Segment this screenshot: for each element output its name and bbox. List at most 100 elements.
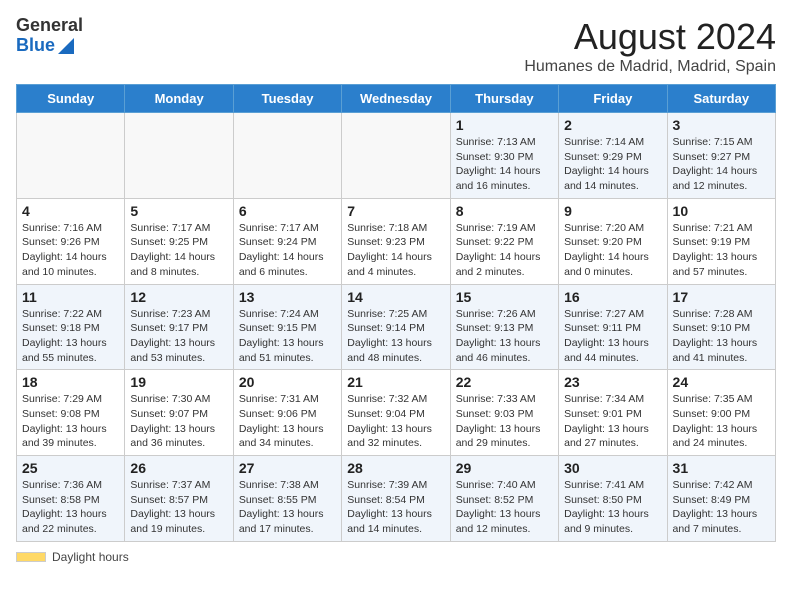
day-cell: 5 Sunrise: 7:17 AM Sunset: 9:25 PM Daylig… (125, 198, 233, 284)
day-number: 7 (347, 203, 444, 219)
day-cell: 27 Sunrise: 7:38 AM Sunset: 8:55 PM Dayli… (233, 456, 341, 542)
footer: Daylight hours (16, 550, 776, 564)
day-info: Sunrise: 7:37 AM Sunset: 8:57 PM Dayligh… (130, 478, 227, 537)
day-number: 18 (22, 374, 119, 390)
day-info: Sunrise: 7:17 AM Sunset: 9:24 PM Dayligh… (239, 221, 336, 280)
header-cell-thursday: Thursday (450, 85, 558, 113)
logo: General Blue (16, 16, 83, 56)
day-info: Sunrise: 7:38 AM Sunset: 8:55 PM Dayligh… (239, 478, 336, 537)
day-number: 14 (347, 289, 444, 305)
day-number: 20 (239, 374, 336, 390)
day-cell: 26 Sunrise: 7:37 AM Sunset: 8:57 PM Dayli… (125, 456, 233, 542)
day-info: Sunrise: 7:25 AM Sunset: 9:14 PM Dayligh… (347, 307, 444, 366)
day-info: Sunrise: 7:13 AM Sunset: 9:30 PM Dayligh… (456, 135, 553, 194)
day-cell (233, 113, 341, 199)
day-info: Sunrise: 7:23 AM Sunset: 9:17 PM Dayligh… (130, 307, 227, 366)
day-cell: 16 Sunrise: 7:27 AM Sunset: 9:11 PM Dayli… (559, 284, 667, 370)
day-cell (17, 113, 125, 199)
day-number: 10 (673, 203, 770, 219)
day-cell: 23Sunrise: 7:34 AM Sunset: 9:01 PM Dayli… (559, 370, 667, 456)
day-number: 4 (22, 203, 119, 219)
day-number: 24 (673, 374, 770, 390)
day-number: 21 (347, 374, 444, 390)
daylight-bar-icon (16, 552, 46, 562)
week-row-1: 1 Sunrise: 7:13 AM Sunset: 9:30 PM Daylig… (17, 113, 776, 199)
day-number: 11 (22, 289, 119, 305)
day-cell (125, 113, 233, 199)
day-info: Sunrise: 7:24 AM Sunset: 9:15 PM Dayligh… (239, 307, 336, 366)
day-number: 25 (22, 460, 119, 476)
day-info: Sunrise: 7:27 AM Sunset: 9:11 PM Dayligh… (564, 307, 661, 366)
day-info: Sunrise: 7:39 AM Sunset: 8:54 PM Dayligh… (347, 478, 444, 537)
subtitle: Humanes de Madrid, Madrid, Spain (524, 58, 776, 76)
day-info: Sunrise: 7:41 AM Sunset: 8:50 PM Dayligh… (564, 478, 661, 537)
day-cell: 6 Sunrise: 7:17 AM Sunset: 9:24 PM Daylig… (233, 198, 341, 284)
day-info: Sunrise: 7:32 AM Sunset: 9:04 PM Dayligh… (347, 392, 444, 451)
day-info: Sunrise: 7:40 AM Sunset: 8:52 PM Dayligh… (456, 478, 553, 537)
day-cell: 3 Sunrise: 7:15 AM Sunset: 9:27 PM Daylig… (667, 113, 775, 199)
day-cell: 13 Sunrise: 7:24 AM Sunset: 9:15 PM Dayli… (233, 284, 341, 370)
day-info: Sunrise: 7:22 AM Sunset: 9:18 PM Dayligh… (22, 307, 119, 366)
day-number: 26 (130, 460, 227, 476)
day-number: 6 (239, 203, 336, 219)
header-row: SundayMondayTuesdayWednesdayThursdayFrid… (17, 85, 776, 113)
day-number: 15 (456, 289, 553, 305)
day-cell: 25 Sunrise: 7:36 AM Sunset: 8:58 PM Dayli… (17, 456, 125, 542)
day-info: Sunrise: 7:33 AM Sunset: 9:03 PM Dayligh… (456, 392, 553, 451)
day-info: Sunrise: 7:21 AM Sunset: 9:19 PM Dayligh… (673, 221, 770, 280)
day-cell: 31Sunrise: 7:42 AM Sunset: 8:49 PM Dayli… (667, 456, 775, 542)
day-number: 28 (347, 460, 444, 476)
day-cell: 19Sunrise: 7:30 AM Sunset: 9:07 PM Dayli… (125, 370, 233, 456)
day-cell: 22 Sunrise: 7:33 AM Sunset: 9:03 PM Dayli… (450, 370, 558, 456)
day-cell: 14 Sunrise: 7:25 AM Sunset: 9:14 PM Dayli… (342, 284, 450, 370)
day-info: Sunrise: 7:15 AM Sunset: 9:27 PM Dayligh… (673, 135, 770, 194)
header-cell-friday: Friday (559, 85, 667, 113)
day-info: Sunrise: 7:29 AM Sunset: 9:08 PM Dayligh… (22, 392, 119, 451)
title-area: August 2024 Humanes de Madrid, Madrid, S… (524, 16, 776, 76)
main-title: August 2024 (524, 16, 776, 58)
day-info: Sunrise: 7:16 AM Sunset: 9:26 PM Dayligh… (22, 221, 119, 280)
day-number: 8 (456, 203, 553, 219)
day-info: Sunrise: 7:36 AM Sunset: 8:58 PM Dayligh… (22, 478, 119, 537)
day-cell: 30Sunrise: 7:41 AM Sunset: 8:50 PM Dayli… (559, 456, 667, 542)
day-number: 13 (239, 289, 336, 305)
day-cell: 9Sunrise: 7:20 AM Sunset: 9:20 PM Daylig… (559, 198, 667, 284)
day-cell: 17Sunrise: 7:28 AM Sunset: 9:10 PM Dayli… (667, 284, 775, 370)
day-number: 9 (564, 203, 661, 219)
day-cell: 8 Sunrise: 7:19 AM Sunset: 9:22 PM Daylig… (450, 198, 558, 284)
day-number: 5 (130, 203, 227, 219)
day-info: Sunrise: 7:17 AM Sunset: 9:25 PM Dayligh… (130, 221, 227, 280)
day-number: 27 (239, 460, 336, 476)
day-info: Sunrise: 7:19 AM Sunset: 9:22 PM Dayligh… (456, 221, 553, 280)
day-cell: 20 Sunrise: 7:31 AM Sunset: 9:06 PM Dayli… (233, 370, 341, 456)
day-number: 1 (456, 117, 553, 133)
day-number: 17 (673, 289, 770, 305)
logo-blue: Blue (16, 36, 55, 56)
day-number: 3 (673, 117, 770, 133)
day-info: Sunrise: 7:14 AM Sunset: 9:29 PM Dayligh… (564, 135, 661, 194)
day-cell: 4 Sunrise: 7:16 AM Sunset: 9:26 PM Daylig… (17, 198, 125, 284)
week-row-2: 4 Sunrise: 7:16 AM Sunset: 9:26 PM Daylig… (17, 198, 776, 284)
day-number: 16 (564, 289, 661, 305)
day-cell: 10 Sunrise: 7:21 AM Sunset: 9:19 PM Dayli… (667, 198, 775, 284)
header-cell-wednesday: Wednesday (342, 85, 450, 113)
day-number: 22 (456, 374, 553, 390)
header-cell-sunday: Sunday (17, 85, 125, 113)
day-info: Sunrise: 7:30 AM Sunset: 9:07 PM Dayligh… (130, 392, 227, 451)
day-cell: 24Sunrise: 7:35 AM Sunset: 9:00 PM Dayli… (667, 370, 775, 456)
header-cell-saturday: Saturday (667, 85, 775, 113)
day-cell: 12Sunrise: 7:23 AM Sunset: 9:17 PM Dayli… (125, 284, 233, 370)
day-cell: 18 Sunrise: 7:29 AM Sunset: 9:08 PM Dayli… (17, 370, 125, 456)
day-cell: 11 Sunrise: 7:22 AM Sunset: 9:18 PM Dayli… (17, 284, 125, 370)
day-info: Sunrise: 7:34 AM Sunset: 9:01 PM Dayligh… (564, 392, 661, 451)
header-cell-tuesday: Tuesday (233, 85, 341, 113)
calendar-table: SundayMondayTuesdayWednesdayThursdayFrid… (16, 84, 776, 542)
day-cell: 2Sunrise: 7:14 AM Sunset: 9:29 PM Daylig… (559, 113, 667, 199)
day-info: Sunrise: 7:31 AM Sunset: 9:06 PM Dayligh… (239, 392, 336, 451)
logo-icon (58, 38, 74, 54)
day-info: Sunrise: 7:42 AM Sunset: 8:49 PM Dayligh… (673, 478, 770, 537)
header: General Blue August 2024 Humanes de Madr… (16, 16, 776, 76)
day-info: Sunrise: 7:18 AM Sunset: 9:23 PM Dayligh… (347, 221, 444, 280)
day-cell: 15Sunrise: 7:26 AM Sunset: 9:13 PM Dayli… (450, 284, 558, 370)
logo-general: General (16, 16, 83, 36)
